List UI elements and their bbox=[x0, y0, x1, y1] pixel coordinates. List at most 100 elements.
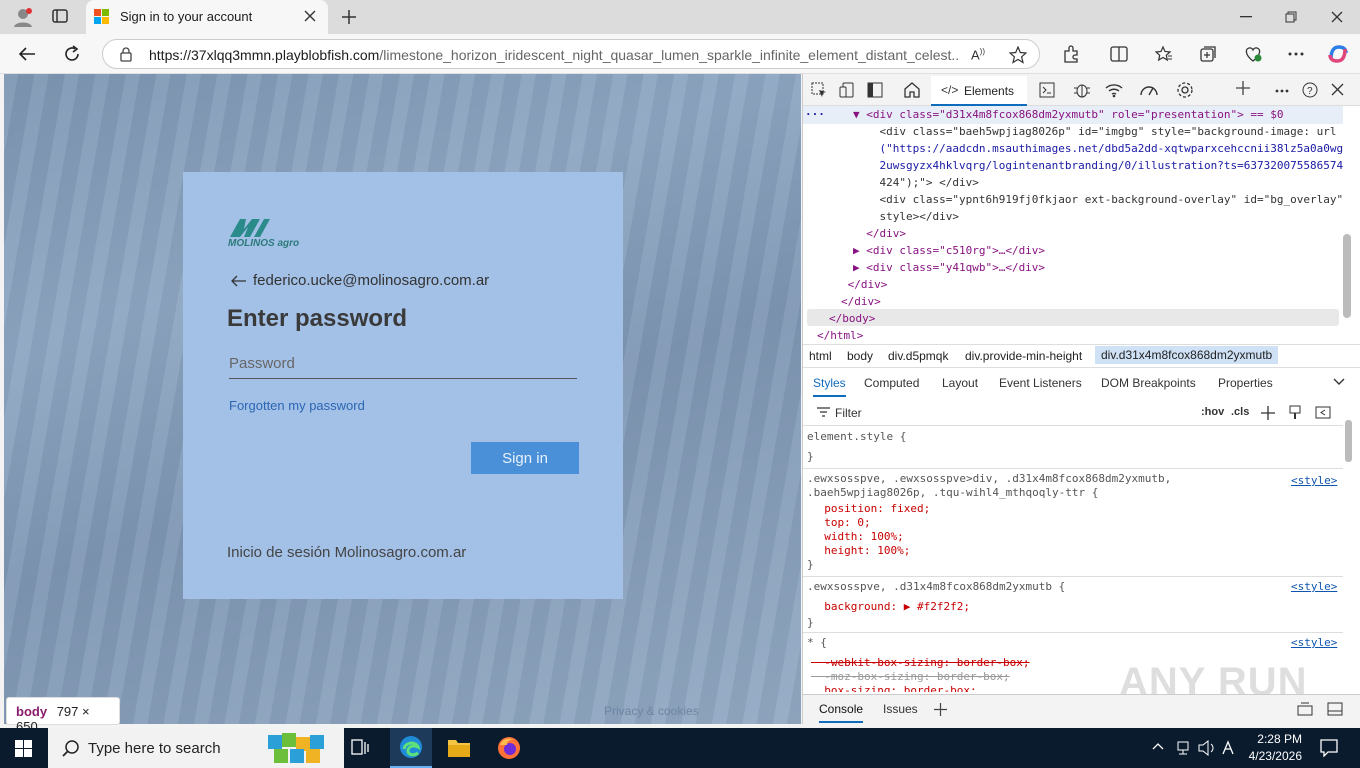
language-icon[interactable] bbox=[1221, 740, 1235, 756]
breadcrumb-item[interactable]: div.d5pmqk bbox=[888, 349, 948, 363]
search-highlight-icon[interactable] bbox=[266, 731, 328, 765]
sign-in-button[interactable]: Sign in bbox=[471, 442, 579, 474]
tab-styles[interactable]: Styles bbox=[813, 376, 846, 397]
dom-line[interactable]: <div class="ypnt6h919fj0fkjaor ext-backg… bbox=[853, 191, 1343, 208]
css-rule-line[interactable]: } bbox=[807, 558, 814, 572]
dom-line[interactable]: ▼ <div class="d31x4m8fcox868dm2yxmutb" r… bbox=[853, 106, 1283, 123]
network-icon[interactable] bbox=[1176, 740, 1190, 756]
breadcrumb-item[interactable]: html bbox=[809, 349, 832, 363]
welcome-home-icon[interactable] bbox=[903, 81, 921, 98]
taskbar-search[interactable]: Type here to search bbox=[48, 728, 344, 768]
system-clock[interactable]: 2:28 PM 4/23/2026 bbox=[1240, 731, 1302, 765]
style-source-link[interactable]: <style> bbox=[1291, 636, 1337, 650]
file-explorer-icon[interactable] bbox=[447, 737, 471, 759]
profile-icon[interactable] bbox=[12, 6, 34, 28]
tab-dom-breakpoints[interactable]: DOM Breakpoints bbox=[1101, 376, 1196, 390]
new-tab-icon[interactable] bbox=[341, 9, 357, 25]
css-rule-line[interactable]: * { bbox=[807, 636, 827, 650]
bug-icon[interactable] bbox=[1073, 81, 1091, 99]
read-aloud-icon[interactable]: A)) bbox=[971, 47, 985, 62]
new-rule-plus-icon[interactable] bbox=[1261, 406, 1275, 420]
minimize-icon[interactable] bbox=[1240, 16, 1252, 18]
extensions-icon[interactable] bbox=[1062, 45, 1080, 63]
devtools-more-icon[interactable] bbox=[1275, 89, 1289, 93]
favorites-icon[interactable] bbox=[1155, 45, 1173, 63]
more-tools-plus-icon[interactable] bbox=[1236, 81, 1250, 95]
inspect-element-icon[interactable] bbox=[811, 82, 827, 98]
network-wifi-icon[interactable] bbox=[1105, 82, 1123, 98]
dom-line[interactable]: ▶ <div class="y41qwb">…</div> bbox=[853, 259, 1045, 276]
back-icon[interactable] bbox=[18, 46, 36, 62]
styles-scrollbar[interactable] bbox=[1345, 420, 1352, 462]
split-screen-icon[interactable] bbox=[1110, 46, 1128, 62]
browser-tab[interactable]: Sign in to your account bbox=[86, 0, 328, 34]
dom-line[interactable]: ("https://aadcdn.msauthimages.net/dbd5a2… bbox=[853, 140, 1343, 157]
drawer-collapse-icon[interactable] bbox=[1327, 702, 1343, 716]
css-rule-line[interactable]: .baeh5wpjiag8026p, .tqu-wihl4_mthqoqly-t… bbox=[807, 486, 1098, 500]
dom-line[interactable]: 424");"> </div> bbox=[853, 174, 978, 191]
css-rule-line[interactable]: } bbox=[807, 616, 814, 630]
notifications-icon[interactable] bbox=[1320, 739, 1338, 757]
css-rule-line[interactable]: element.style { bbox=[807, 430, 906, 444]
device-emulation-icon[interactable] bbox=[839, 82, 855, 98]
dom-scrollbar[interactable] bbox=[1343, 234, 1351, 318]
refresh-icon[interactable] bbox=[63, 45, 81, 63]
dom-tree[interactable]: ··· ▼ <div class="d31x4m8fcox868dm2yxmut… bbox=[803, 106, 1343, 344]
dom-ellipsis[interactable]: ··· bbox=[805, 106, 825, 123]
tab-event-listeners[interactable]: Event Listeners bbox=[999, 376, 1082, 390]
close-devtools-icon[interactable] bbox=[1331, 83, 1344, 96]
css-rule-line[interactable]: height: 100%; bbox=[811, 544, 910, 558]
favorite-star-icon[interactable] bbox=[1009, 46, 1027, 64]
lock-icon[interactable] bbox=[119, 47, 133, 62]
forgot-password-link[interactable]: Forgotten my password bbox=[229, 398, 365, 413]
tab-layout[interactable]: Layout bbox=[942, 376, 978, 390]
close-window-icon[interactable] bbox=[1331, 11, 1343, 23]
chevron-down-icon[interactable] bbox=[1333, 378, 1345, 386]
paint-brush-icon[interactable] bbox=[1289, 405, 1301, 420]
css-rule-line[interactable]: position: fixed; bbox=[811, 502, 930, 516]
maximize-icon[interactable] bbox=[1285, 11, 1297, 23]
css-rule-line[interactable]: -webkit-box-sizing: border-box; bbox=[811, 656, 1029, 670]
tab-console[interactable]: Console bbox=[819, 702, 864, 723]
dom-line[interactable]: style></div> bbox=[853, 208, 958, 225]
volume-icon[interactable] bbox=[1198, 740, 1216, 756]
task-view-icon[interactable] bbox=[351, 739, 369, 757]
breadcrumb-item[interactable]: div.provide-min-height bbox=[965, 349, 1082, 363]
css-rule-line[interactable]: background: ▶ #f2f2f2; bbox=[811, 600, 970, 614]
dom-line[interactable]: </div> bbox=[853, 225, 906, 242]
tab-properties[interactable]: Properties bbox=[1218, 376, 1273, 390]
windows-start-icon[interactable] bbox=[15, 740, 32, 757]
css-rule-line[interactable]: width: 100%; bbox=[811, 530, 903, 544]
tab-issues[interactable]: Issues bbox=[883, 702, 918, 716]
browser-essentials-icon[interactable] bbox=[1243, 45, 1263, 63]
css-rule-line[interactable]: .ewxsosspve, .d31x4m8fcox868dm2yxmutb { bbox=[807, 580, 1065, 594]
help-icon[interactable]: ? bbox=[1302, 82, 1318, 98]
style-source-link[interactable]: <style> bbox=[1291, 580, 1337, 594]
hover-state-button[interactable]: :hov bbox=[1201, 406, 1224, 418]
performance-icon[interactable] bbox=[1140, 82, 1158, 98]
password-input[interactable] bbox=[229, 349, 577, 379]
console-tab-icon[interactable] bbox=[1039, 82, 1055, 98]
dom-line[interactable]: <div class="baeh5wpjiag8026p" id="imgbg"… bbox=[853, 123, 1336, 140]
taskbar-edge-button[interactable] bbox=[390, 728, 432, 768]
back-arrow-icon[interactable] bbox=[231, 275, 247, 287]
dom-line[interactable]: 2uwsgyzx4hklvqrg/logintenantbranding/0/i… bbox=[853, 157, 1343, 174]
toggle-sidebar-icon[interactable] bbox=[1315, 406, 1331, 419]
dom-line[interactable]: ▶ <div class="c510rg">…</div> bbox=[853, 242, 1045, 259]
url-text[interactable]: https://37xlqq3mmn.playblobfish.com/lime… bbox=[149, 47, 959, 63]
breadcrumb-item[interactable]: body bbox=[847, 349, 873, 363]
tab-elements[interactable]: </> Elements bbox=[931, 76, 1027, 106]
add-drawer-tab-icon[interactable] bbox=[934, 703, 947, 716]
breadcrumb-item-active[interactable]: div.d31x4m8fcox868dm2yxmutb bbox=[1095, 346, 1279, 364]
collections-icon[interactable] bbox=[1199, 45, 1217, 63]
firefox-icon[interactable] bbox=[497, 736, 521, 760]
dom-line[interactable]: </body> bbox=[829, 310, 875, 327]
css-rule-line[interactable]: top: 0; bbox=[811, 516, 870, 530]
css-rule-line[interactable]: box-sizing: border-box; bbox=[811, 684, 976, 692]
dom-line[interactable]: </div> bbox=[841, 293, 881, 310]
more-options-icon[interactable] bbox=[1288, 52, 1304, 56]
css-rules[interactable]: element.style { } .ewxsosspve, .ewxsossp… bbox=[803, 426, 1343, 692]
settings-gear-icon[interactable] bbox=[1176, 81, 1194, 99]
style-source-link[interactable]: <style> bbox=[1291, 474, 1337, 488]
css-rule-line[interactable]: -moz-box-sizing: border-box; bbox=[811, 670, 1009, 684]
